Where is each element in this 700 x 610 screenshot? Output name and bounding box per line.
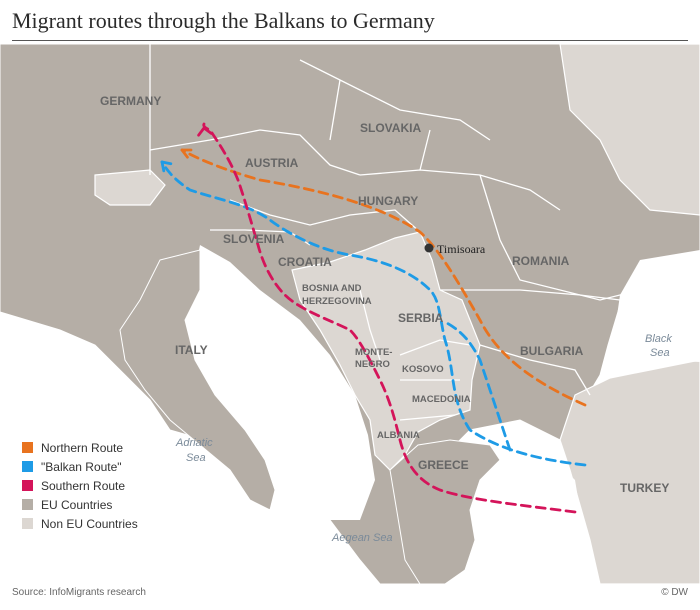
label-croatia: CROATIA [278,255,332,269]
legend-label: "Balkan Route" [41,459,122,474]
title-divider [12,40,688,41]
credit-note: © DW [661,587,688,598]
source-note: Source: InfoMigrants research [12,587,146,598]
label-hungary: HUNGARY [358,194,418,208]
label-black-sea-line1: Black [645,333,672,345]
label-bulgaria: BULGARIA [520,344,584,358]
label-black-sea-line2: Sea [650,347,670,359]
label-austria: AUSTRIA [245,156,299,170]
legend-swatch [22,480,33,491]
label-bosnia-line1: BOSNIA AND [302,283,362,294]
label-adriatic-line1: Adriatic [175,437,213,449]
label-greece: GREECE [418,458,469,472]
legend-swatch [22,518,33,529]
landmass-non-eu-switzerland [94,169,166,206]
legend-item-eu-countries: EU Countries [22,495,138,514]
label-germany: GERMANY [100,94,161,108]
label-romania: ROMANIA [512,254,570,268]
label-slovakia: SLOVAKIA [360,121,421,135]
label-slovenia: SLOVENIA [223,232,285,246]
label-aegean-sea: Aegean Sea [331,532,393,544]
label-adriatic-line2: Sea [186,452,206,464]
legend-label: EU Countries [41,497,113,512]
legend-label: Northern Route [41,440,124,455]
label-macedonia: MACEDONIA [412,394,471,405]
label-turkey: TURKEY [620,481,669,495]
legend: Northern Route "Balkan Route" Southern R… [14,432,148,539]
legend-item-northern-route: Northern Route [22,438,138,457]
label-serbia: SERBIA [398,311,444,325]
label-albania: ALBANIA [377,430,420,441]
city-marker-timisoara [424,243,434,253]
mediterranean-sea [225,520,350,584]
map-figure: Migrant routes through the Balkans to Ge… [0,0,700,610]
legend-label: Non EU Countries [41,516,138,531]
label-bosnia-line2: HERZEGOVINA [302,296,372,307]
legend-swatch [22,461,33,472]
legend-swatch [22,499,33,510]
map-title: Migrant routes through the Balkans to Ge… [12,8,435,33]
label-italy: ITALY [175,343,208,357]
legend-item-southern-route: Southern Route [22,476,138,495]
legend-label: Southern Route [41,478,126,493]
label-timisoara: Timisoara [437,242,486,256]
label-montenegro-line1: MONTE- [355,347,392,358]
legend-item-balkan-route: "Balkan Route" [22,457,138,476]
legend-swatch [22,442,33,453]
label-montenegro-line2: NEGRO [355,359,390,370]
label-kosovo: KOSOVO [402,364,444,375]
legend-item-non-eu-countries: Non EU Countries [22,514,138,533]
